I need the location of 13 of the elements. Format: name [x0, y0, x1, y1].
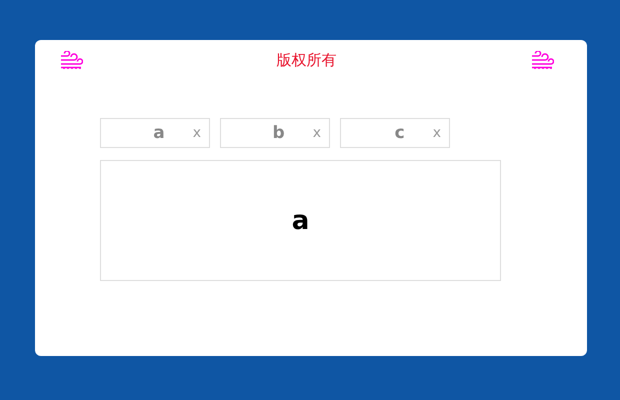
panel-text: a	[292, 206, 310, 236]
tab-label[interactable]: c	[394, 123, 405, 143]
close-button[interactable]: x	[432, 125, 441, 141]
wind-icon	[59, 51, 83, 69]
tab[interactable]: c x	[340, 118, 450, 148]
tab-label[interactable]: a	[153, 123, 165, 143]
tab-label[interactable]: b	[272, 123, 285, 143]
tab[interactable]: b x	[220, 118, 330, 148]
close-button[interactable]: x	[312, 125, 321, 141]
close-button[interactable]: x	[192, 125, 201, 141]
wind-icon	[530, 51, 554, 69]
copyright-title: 版权所有	[276, 50, 336, 70]
tab[interactable]: a x	[100, 118, 210, 148]
